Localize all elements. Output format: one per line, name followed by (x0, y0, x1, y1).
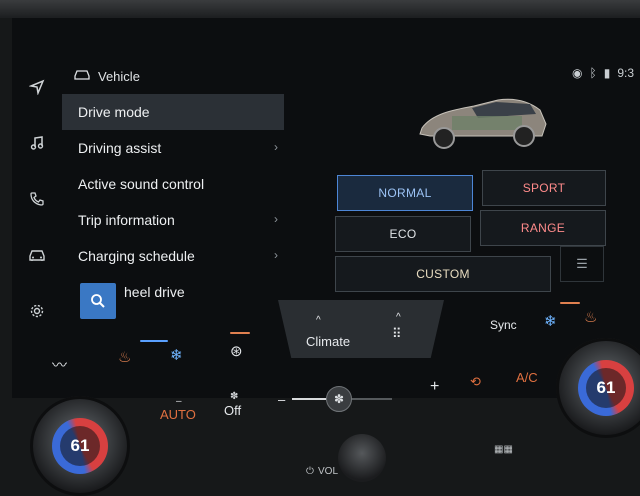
chevron-right-icon: › (274, 248, 278, 262)
climate-tab[interactable] (278, 300, 444, 358)
menu-item-drive-mode[interactable]: Drive mode (62, 94, 284, 130)
page-title: Vehicle (98, 68, 140, 84)
climate-label[interactable]: Climate (306, 334, 350, 349)
fan-slider-fill (292, 398, 326, 400)
fan-off-button[interactable]: Off (224, 403, 241, 418)
vehicle-image (419, 98, 547, 149)
volume-knob[interactable] (338, 434, 386, 482)
chevron-right-icon: › (274, 212, 278, 226)
drive-mode-normal-button[interactable]: NORMAL (337, 175, 473, 211)
seat-vent-icon[interactable]: ❄ (170, 346, 183, 364)
steering-heat-icon[interactable]: ⊛ (230, 342, 243, 360)
status-bar: ◉ ᛒ ▮ 9:3 (572, 66, 634, 80)
signal-icon: ▮ (603, 66, 611, 80)
music-icon[interactable] (24, 130, 50, 156)
airflow-icon[interactable]: 〰 (52, 354, 67, 375)
menu-item-active-sound-control[interactable]: Active sound control (62, 166, 284, 202)
drive-mode-range-button[interactable]: RANGE (480, 210, 606, 246)
fan-minus-button[interactable]: – (278, 392, 285, 407)
sliders-icon: ☰ (576, 256, 588, 271)
car-icon (74, 69, 90, 84)
temp-right-value: 61 (586, 368, 626, 408)
steering-level-indicator (230, 332, 250, 334)
defrost-icon[interactable]: ▦▦ (494, 444, 513, 455)
grid-icon[interactable]: ⠿ (392, 326, 402, 342)
car-icon[interactable] (24, 242, 50, 268)
seat-level-indicator-right (560, 302, 580, 304)
recirculation-icon[interactable]: ⟲ (470, 374, 481, 390)
fan-slider-handle[interactable]: ✽ (326, 386, 352, 412)
auto-button[interactable]: AUTO (160, 407, 196, 422)
fan-icon: ✽ (230, 391, 239, 402)
fan-plus-button[interactable]: + (430, 378, 439, 396)
drive-mode-custom-button[interactable]: CUSTOM (335, 256, 551, 292)
seat-heat-icon[interactable]: ♨ (118, 348, 131, 366)
temp-knob-left[interactable]: 61 (30, 396, 130, 496)
chevron-up-icon: ^ (396, 312, 401, 323)
sync-button[interactable]: Sync (490, 318, 517, 332)
location-icon: ◉ (572, 66, 583, 80)
climate-bar: ^ Climate ^ ⠿ 〰 ♨ ❄ ⊛ Sync ❄ ♨ (12, 300, 640, 398)
auto-dash: – (176, 396, 182, 407)
clock: 9:3 (617, 66, 634, 80)
menu-item-charging-schedule[interactable]: Charging schedule › (62, 238, 284, 274)
dashboard-bezel (0, 0, 640, 18)
vehicle-menu: Drive mode Driving assist › Active sound… (62, 94, 284, 310)
seat-vent-right-icon[interactable]: ❄ (544, 312, 557, 330)
menu-item-trip-information[interactable]: Trip information › (62, 202, 284, 238)
navigation-icon[interactable] (24, 74, 50, 100)
chevron-right-icon: › (274, 140, 278, 154)
temp-knob-right[interactable]: 61 (556, 338, 640, 438)
drive-mode-eco-button[interactable]: ECO (335, 216, 471, 252)
seat-heat-right-icon[interactable]: ♨ (584, 308, 597, 326)
power-icon: ⏻ (306, 466, 314, 477)
bluetooth-icon: ᛒ (589, 66, 597, 80)
custom-settings-button[interactable]: ☰ (560, 246, 604, 282)
ac-button[interactable]: A/C (516, 370, 538, 385)
chevron-up-icon: ^ (316, 315, 321, 326)
menu-item-driving-assist[interactable]: Driving assist › (62, 130, 284, 166)
drive-mode-sport-button[interactable]: SPORT (482, 170, 606, 206)
phone-icon[interactable] (24, 186, 50, 212)
seat-level-indicator (140, 340, 168, 342)
page-header: Vehicle (74, 64, 140, 88)
temp-left-value: 61 (60, 426, 100, 466)
vol-label: VOL (318, 466, 339, 477)
